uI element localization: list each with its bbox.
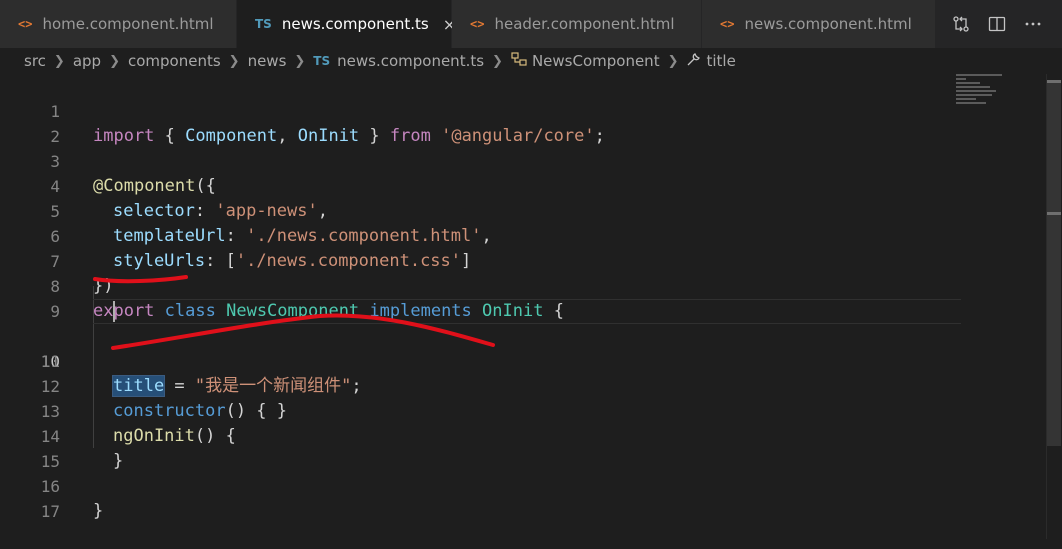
code-line-1: 1 import { Component, OnInit } from '@an…	[0, 74, 1045, 146]
breadcrumb-item-components[interactable]: components	[128, 52, 221, 70]
chevron-right-icon: ❯	[667, 53, 679, 69]
more-actions-icon[interactable]	[1024, 15, 1042, 33]
code-line-7: 7 })	[0, 224, 1045, 296]
tab-label: news.component.ts	[281, 15, 429, 33]
code-line-6: 6 styleUrls: ['./news.component.css']	[0, 199, 1045, 271]
chevron-right-icon: ❯	[53, 53, 65, 69]
tab-news-component-ts[interactable]: TS news.component.ts ×	[237, 0, 456, 48]
text-cursor	[113, 301, 115, 322]
minimap[interactable]	[956, 74, 1006, 114]
compare-changes-icon[interactable]	[952, 15, 970, 33]
tab-home-component-html[interactable]: <> home.component.html	[0, 0, 237, 48]
breadcrumb: src ❯ app ❯ components ❯ news ❯ TS news.…	[0, 48, 1062, 74]
html-file-icon: <>	[18, 17, 33, 31]
chevron-right-icon: ❯	[109, 53, 120, 69]
editor-tab-bar: <> home.component.html TS news.component…	[0, 0, 1062, 48]
breadcrumb-item-src[interactable]: src	[24, 52, 46, 70]
line-number: 17	[40, 502, 60, 521]
wrench-icon	[686, 52, 701, 71]
code-line-12: 12 constructor() { }	[0, 349, 1045, 421]
editor-actions	[952, 0, 1062, 48]
breadcrumb-item-file[interactable]: news.component.ts	[337, 52, 484, 70]
typescript-file-icon: TS	[313, 54, 331, 68]
breadcrumb-item-news[interactable]: news	[248, 52, 287, 70]
scrollbar-marker	[1047, 80, 1061, 83]
current-line-highlight	[93, 299, 961, 324]
chevron-right-icon: ❯	[294, 53, 306, 69]
tab-label: home.component.html	[42, 15, 214, 33]
code-line-5: 5 templateUrl: './news.component.html',	[0, 174, 1045, 246]
scrollbar-thumb[interactable]	[1047, 80, 1061, 446]
class-symbol-icon	[511, 52, 527, 70]
tab-label: header.component.html	[494, 15, 675, 33]
chevron-right-icon: ❯	[228, 53, 240, 69]
tab-news-component-html[interactable]: <> news.component.html	[702, 0, 936, 48]
code-line-2: 2	[0, 99, 1045, 146]
code-line-11: 11	[0, 324, 1045, 371]
code-line-9: 9	[0, 274, 1045, 321]
code-line-17: 17	[0, 474, 1045, 521]
tab-label: news.component.html	[744, 15, 912, 33]
typescript-file-icon: TS	[255, 17, 272, 31]
code-editor[interactable]: 1 import { Component, OnInit } from '@an…	[0, 74, 1062, 539]
code-line-4: 4 selector: 'app-news',	[0, 149, 1045, 221]
code-line-3: 3 @Component({	[0, 124, 1045, 196]
split-editor-icon[interactable]	[988, 15, 1006, 33]
breadcrumb-item-class[interactable]: NewsComponent	[532, 52, 660, 70]
breadcrumb-item-member[interactable]: title	[706, 52, 735, 70]
code-line-16: 16 }	[0, 449, 1045, 521]
code-line-14: 14 }	[0, 399, 1045, 471]
chevron-right-icon: ❯	[492, 53, 503, 69]
html-file-icon: <>	[720, 17, 735, 31]
code-text: }	[93, 501, 104, 521]
code-line-10: 10 title = "我是一个新闻组件";	[0, 299, 1045, 397]
tab-header-component-html[interactable]: <> header.component.html	[452, 0, 702, 48]
html-file-icon: <>	[470, 17, 485, 31]
scrollbar-marker	[1047, 212, 1061, 215]
code-line-13: 13 ngOnInit() {	[0, 374, 1045, 446]
code-line-8: 8 export class NewsComponent implements …	[0, 249, 1045, 321]
breadcrumb-item-app[interactable]: app	[73, 52, 101, 70]
code-line-15: 15	[0, 424, 1045, 471]
